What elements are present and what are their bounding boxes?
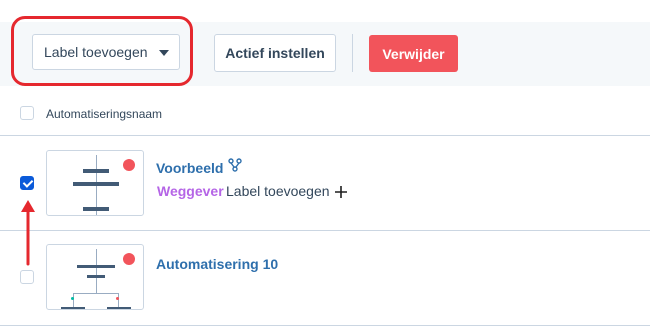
row-checkbox-voorbeeld[interactable]	[20, 176, 34, 190]
tag-weggever[interactable]: Weggever	[157, 183, 224, 199]
status-dot-icon	[123, 159, 135, 171]
select-all-checkbox[interactable]	[20, 106, 34, 120]
row-divider	[0, 325, 650, 326]
workflow-thumbnail[interactable]	[46, 244, 144, 310]
column-header-name: Automatiseringsnaam	[46, 107, 163, 121]
row-checkbox-automatisering-10[interactable]	[20, 270, 34, 284]
status-dot-icon	[123, 253, 135, 265]
workflow-title-automatisering-10[interactable]: Automatisering 10	[156, 256, 278, 272]
toolbar-divider	[352, 34, 353, 72]
add-label-link[interactable]: Label toevoegen	[226, 183, 330, 199]
plus-icon[interactable]	[334, 185, 348, 199]
branch-icon	[228, 158, 242, 172]
workflow-thumbnail[interactable]	[46, 150, 144, 216]
delete-button[interactable]: Verwijder	[369, 35, 458, 72]
annotation-arrow-icon	[21, 200, 35, 266]
annotation-highlight-box	[11, 16, 193, 86]
header-divider	[0, 135, 650, 136]
set-active-button[interactable]: Actief instellen	[214, 34, 336, 72]
row-divider	[0, 230, 650, 231]
workflow-title-voorbeeld[interactable]: Voorbeeld	[156, 160, 223, 176]
